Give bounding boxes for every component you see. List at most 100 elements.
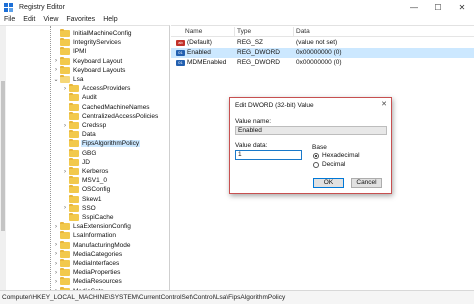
expand-arrow-icon[interactable]: › [62,86,68,92]
folder-icon [69,130,79,139]
folder-icon [60,29,70,37]
cancel-button[interactable]: Cancel [351,178,382,188]
tree-item[interactable]: › MediaProperties [53,268,121,277]
hexadecimal-radio[interactable]: Hexadecimal [313,152,360,159]
tree-item[interactable]: › MediaInterfaces [53,259,120,268]
tree-item-label: Keyboard Layout [73,57,123,65]
value-row[interactable]: 01 Enabled REG_DWORD 0x00000000 (0) [171,48,474,58]
tree-scrollbar-thumb[interactable] [1,81,5,231]
folder-icon [69,84,79,93]
tree-item[interactable]: InitialMachineConfig [53,29,133,38]
column-type-header[interactable]: Type [237,28,251,35]
tree-item[interactable]: CentralizedAccessPolicies [62,111,159,121]
value-data-cell: (value not set) [296,39,338,46]
expand-arrow-icon[interactable]: › [53,261,59,267]
folder-icon [69,148,79,157]
list-header: Name Type Data [171,26,474,37]
tree-item[interactable]: › AccessProviders [62,84,131,93]
column-data-header[interactable]: Data [296,28,310,35]
folder-icon [60,259,70,267]
menu-edit[interactable]: Edit [19,16,39,23]
folder-icon [69,102,79,111]
tree-item[interactable]: › LsaExtensionConfig [53,222,132,231]
folder-icon [69,157,79,166]
tree-item-label: MediaInterfaces [73,260,120,267]
tree-item[interactable]: › ManufacturingMode [53,240,131,250]
close-button[interactable]: ✕ [450,0,474,14]
tree-scrollbar[interactable] [0,26,6,290]
menu-view[interactable]: View [39,16,62,23]
folder-icon [69,203,79,212]
expand-arrow-icon[interactable]: › [53,279,59,285]
column-divider[interactable] [234,27,235,36]
tree-item[interactable]: ⌄ Lsa [53,75,84,84]
expand-arrow-icon[interactable]: › [62,123,68,129]
folder-icon [60,268,70,277]
tree-item[interactable]: › MediaResources [53,277,123,286]
ok-button[interactable]: OK [313,178,344,188]
tree-item-label: Lsa [73,76,84,83]
value-name-label: Value name: [235,118,272,125]
tree-item[interactable]: LsaInformation [53,231,117,240]
value-row[interactable]: ab (Default) REG_SZ (value not set) [171,38,474,48]
status-bar: Computer\HKEY_LOCAL_MACHINE\SYSTEM\Curre… [0,290,474,304]
tree-item[interactable]: › Kerberos [62,167,109,176]
tree-item[interactable]: › Keyboard Layout [53,56,123,66]
tree-item[interactable]: MSV1_0 [62,176,108,185]
tree-item[interactable]: Audit [62,93,98,102]
title-bar: Registry Editor — ☐ ✕ [0,0,474,14]
expand-arrow-icon[interactable]: › [53,270,59,276]
folder-icon [69,194,79,203]
radio-selected-icon [313,152,319,159]
decimal-radio[interactable]: Decimal [313,161,345,168]
menu-help[interactable]: Help [99,16,121,23]
folder-icon [60,249,70,258]
tree-item-label: LsaInformation [73,232,116,240]
value-type-cell: REG_DWORD [237,49,280,56]
tree-item-label: IPMI [73,48,87,56]
menu-favorites[interactable]: Favorites [62,16,99,23]
expand-arrow-icon[interactable]: › [62,205,68,211]
value-data-input[interactable]: 1 [235,150,302,160]
tree-item-label: SSO [82,204,96,212]
tree-item-label: Skew1 [82,195,102,203]
base-label: Base [312,144,327,151]
binary-value-icon: 01 [176,60,185,66]
tree-item-label: ManufacturingMode [73,241,131,249]
binary-value-icon: 01 [176,50,185,56]
expand-arrow-icon[interactable]: › [53,58,59,64]
tree-item[interactable]: Skew1 [62,194,103,204]
tree-item[interactable]: Data [62,130,97,139]
tree-item[interactable]: JD [62,157,91,167]
folder-icon [60,75,70,83]
dialog-close-button[interactable]: ✕ [381,100,387,108]
value-row[interactable]: 01 MDMEnabled REG_DWORD 0x00000000 (0) [171,58,474,68]
tree-item[interactable]: FipsAlgorithmPolicy [62,139,141,148]
minimize-button[interactable]: — [402,0,426,14]
base-group: Base Hexadecimal Decimal [310,144,387,170]
tree-item[interactable]: CachedMachineNames [62,102,151,112]
tree-item[interactable]: › MediaCategories [53,249,123,259]
expand-arrow-icon[interactable]: › [62,169,68,175]
column-divider[interactable] [293,27,294,36]
tree-item[interactable]: GBG [62,148,97,158]
expand-arrow-icon[interactable]: ⌄ [53,76,59,83]
expand-arrow-icon[interactable]: › [53,251,59,257]
radio-unselected-icon [313,161,319,168]
tree-item[interactable]: OSConfig [62,185,111,194]
registry-key-tree[interactable]: InitialMachineConfig IntegrityServices IPM… [0,25,170,290]
tree-item[interactable]: › SSO [62,203,97,213]
menu-file[interactable]: File [0,16,19,23]
column-name-header[interactable]: Name [185,28,202,35]
tree-item[interactable]: › Keyboard Layouts [53,65,126,75]
expand-arrow-icon[interactable]: › [53,224,59,230]
tree-item-label: Kerberos [82,168,109,175]
tree-item[interactable]: IPMI [53,47,87,56]
tree-item[interactable]: SspiCache [62,213,114,222]
tree-item[interactable]: IntegrityServices [53,38,122,47]
expand-arrow-icon[interactable]: › [53,242,59,248]
expand-arrow-icon[interactable]: › [53,67,59,73]
decimal-label: Decimal [322,161,346,168]
tree-item[interactable]: › Credssp [62,121,107,130]
maximize-button[interactable]: ☐ [426,0,450,14]
